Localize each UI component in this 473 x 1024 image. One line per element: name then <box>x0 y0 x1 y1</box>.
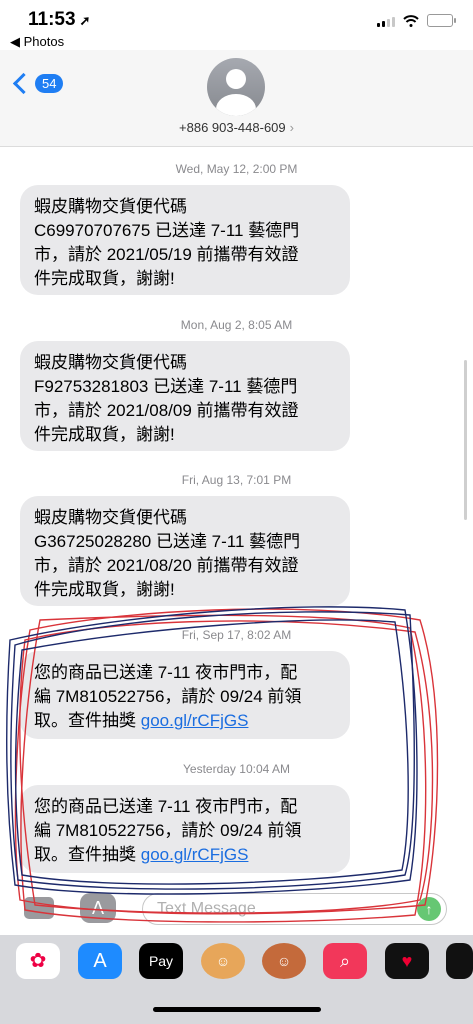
memoji-app-icon-2[interactable]: ☺ <box>262 943 306 979</box>
clock-text: 11:53 <box>28 9 76 30</box>
message-input[interactable]: Text Message ↑ <box>142 893 447 925</box>
status-time: 11:53 ➚ <box>28 9 90 31</box>
message-text: 蝦皮購物交貨便代碼 G36725028280 已送達 7-11 藝德門 市，請於… <box>34 508 301 599</box>
status-bar: 11:53 ➚ ◀ Photos <box>0 0 473 49</box>
app-store-icon[interactable]: A <box>80 893 116 923</box>
message-bubble[interactable]: 您的商品已送達 7-11 夜市門市，配 編 7M810522756，請於 09/… <box>20 651 350 739</box>
message-bubble[interactable]: 蝦皮購物交貨便代碼 C69970707675 已送達 7-11 藝德門 市，請於… <box>20 185 350 295</box>
message-timestamp: Mon, Aug 2, 8:05 AM <box>0 318 473 332</box>
status-icons <box>377 14 456 27</box>
app-store-app-icon[interactable]: A <box>78 943 122 979</box>
battery-icon <box>427 14 456 27</box>
message-timestamp: Yesterday 10:04 AM <box>0 762 473 776</box>
back-chevron-icon <box>12 72 35 95</box>
contact-name[interactable]: +886 903-448-609 › <box>0 120 473 135</box>
home-indicator <box>153 1007 321 1012</box>
wifi-icon <box>403 15 419 27</box>
location-arrow-icon: ➚ <box>79 13 91 28</box>
input-placeholder: Text Message <box>157 900 256 917</box>
message-bubble[interactable]: 您的商品已送達 7-11 夜市門市，配 編 7M810522756，請於 09/… <box>20 785 350 873</box>
timestamp-day: Fri, Sep 17, <box>181 628 244 642</box>
message-bubble[interactable]: 蝦皮購物交貨便代碼 G36725028280 已送達 7-11 藝德門 市，請於… <box>20 496 350 606</box>
timestamp-time: 10:04 AM <box>239 762 290 776</box>
timestamp-day: Fri, Aug 13, <box>181 473 244 487</box>
photos-app-icon[interactable]: ✿ <box>16 943 60 979</box>
back-button[interactable]: 54 <box>12 72 64 95</box>
camera-icon[interactable] <box>24 897 54 919</box>
timestamp-day: Wed, May 12, <box>175 162 250 176</box>
timestamp-time: 8:05 AM <box>248 318 293 332</box>
contact-avatar-icon[interactable] <box>207 58 265 116</box>
back-to-app-link[interactable]: ◀ Photos <box>10 34 64 50</box>
message-link[interactable]: goo.gl/rCFjGS <box>141 711 249 730</box>
message-input-bar: A Text Message ↑ <box>0 885 473 935</box>
timestamp-time: 2:00 PM <box>252 162 298 176</box>
message-bubble[interactable]: 蝦皮購物交貨便代碼 F92753281803 已送達 7-11 藝德門 市，請於… <box>20 341 350 451</box>
contact-number: +886 903-448-609 <box>179 120 286 135</box>
message-timestamp: Wed, May 12, 2:00 PM <box>0 162 473 176</box>
send-arrow-icon[interactable]: ↑ <box>417 897 441 921</box>
apple-pay-label: Pay <box>148 953 174 969</box>
app-drawer: ✿ A Pay ☺ ☺ ⌕ ♥ <box>0 935 473 1024</box>
timestamp-day: Mon, Aug 2, <box>180 318 245 332</box>
conversation-header: 54 +886 903-448-609 › <box>0 50 473 147</box>
search-app-icon[interactable]: ⌕ <box>323 943 367 979</box>
message-text: 蝦皮購物交貨便代碼 C69970707675 已送達 7-11 藝德門 市，請於… <box>34 197 300 288</box>
memoji-app-icon[interactable]: ☺ <box>201 943 245 979</box>
timestamp-time: 8:02 AM <box>247 628 292 642</box>
scroll-indicator[interactable] <box>464 360 467 520</box>
message-text: 蝦皮購物交貨便代碼 F92753281803 已送達 7-11 藝德門 市，請於… <box>34 353 299 444</box>
message-timestamp: Fri, Aug 13, 7:01 PM <box>0 473 473 487</box>
timestamp-time: 7:01 PM <box>246 473 292 487</box>
unread-badge: 54 <box>35 74 64 93</box>
chevron-right-icon: › <box>289 120 294 135</box>
message-timestamp: Fri, Sep 17, 8:02 AM <box>0 628 473 642</box>
more-app-icon[interactable] <box>446 943 473 979</box>
signal-icon <box>377 17 395 27</box>
timestamp-day: Yesterday <box>183 762 236 776</box>
heart-app-icon[interactable]: ♥ <box>385 943 429 979</box>
apple-pay-app-icon[interactable]: Pay <box>139 943 183 979</box>
message-link[interactable]: goo.gl/rCFjGS <box>141 845 249 864</box>
